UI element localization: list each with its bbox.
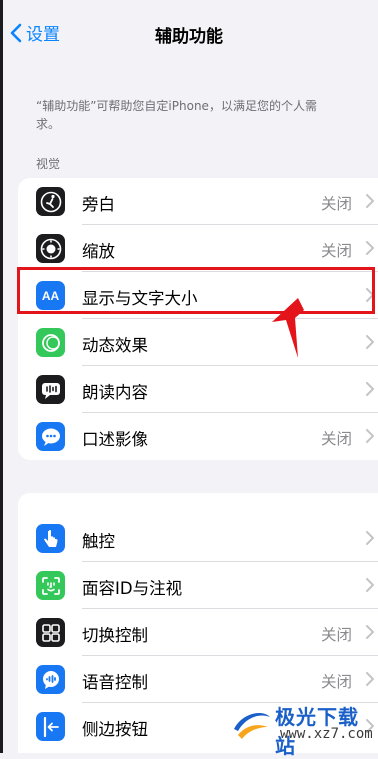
row-voiceover-value: 关闭	[320, 195, 352, 213]
motion-icon	[36, 328, 65, 357]
chevron-right-icon	[366, 335, 374, 349]
row-switch-control[interactable]: 切换控制 关闭	[18, 609, 378, 656]
row-touch[interactable]: 触控	[18, 515, 378, 562]
zoom-icon	[36, 234, 65, 263]
audio-descriptions-icon	[36, 422, 65, 451]
description-text: “辅助功能”可帮助您自定iPhone，以满足您的个人需求。	[36, 99, 317, 131]
chevron-right-icon	[366, 531, 374, 545]
display-text-size-icon: AA	[36, 281, 65, 310]
row-voiceover[interactable]: 旁白 关闭	[18, 178, 378, 225]
left-edge-strip	[0, 0, 3, 753]
spoken-content-icon	[36, 375, 65, 404]
row-audio-descriptions-value: 关闭	[320, 430, 352, 448]
row-display-text-size-label: 显示与文字大小	[82, 289, 198, 308]
row-switch-control-value: 关闭	[320, 626, 352, 644]
chevron-right-icon	[366, 382, 374, 396]
row-spoken-content[interactable]: 朗读内容	[18, 366, 378, 413]
row-voice-control-label: 语音控制	[82, 673, 148, 692]
row-audio-descriptions[interactable]: 口述影像 关闭	[18, 413, 378, 460]
nav-bar: 设置 辅助功能	[0, 0, 378, 68]
row-switch-control-label: 切换控制	[82, 626, 148, 645]
page-title: 辅助功能	[155, 27, 223, 47]
face-id-icon	[36, 571, 65, 600]
row-display-text-size[interactable]: AA 显示与文字大小	[18, 272, 378, 319]
chevron-right-icon	[366, 241, 374, 255]
row-side-button-label: 侧边按钮	[82, 720, 148, 739]
section-header-vision: 视觉	[36, 157, 61, 171]
touch-icon	[36, 524, 65, 553]
chevron-right-icon	[366, 429, 374, 443]
row-spoken-content-label: 朗读内容	[82, 383, 148, 402]
row-voiceover-label: 旁白	[82, 195, 115, 214]
row-zoom-label: 缩放	[82, 242, 115, 261]
row-motion-label: 动态效果	[82, 336, 148, 355]
row-voice-control[interactable]: 语音控制 关闭	[18, 656, 378, 703]
chevron-right-icon	[366, 719, 374, 733]
switch-control-icon	[36, 618, 65, 647]
side-button-icon	[36, 712, 65, 741]
row-voice-control-value: 关闭	[320, 673, 352, 691]
chevron-right-icon	[366, 288, 374, 302]
voice-control-icon	[36, 665, 65, 694]
vision-settings-group: 旁白 关闭 缩放 关闭 AA 显示与文字大小 动态效果 朗读内容 口述影像 关闭	[18, 178, 378, 460]
row-zoom-value: 关闭	[320, 242, 352, 260]
row-motion[interactable]: 动态效果	[18, 319, 378, 366]
chevron-right-icon	[366, 578, 374, 592]
row-face-id-label: 面容ID与注视	[82, 579, 183, 598]
row-side-button[interactable]: 侧边按钮	[18, 703, 378, 750]
row-face-id[interactable]: 面容ID与注视	[18, 562, 378, 609]
chevron-right-icon	[366, 194, 374, 208]
pointer-arrow-icon	[272, 298, 304, 358]
voiceover-icon	[36, 187, 65, 216]
row-audio-descriptions-label: 口述影像	[82, 430, 148, 449]
row-zoom[interactable]: 缩放 关闭	[18, 225, 378, 272]
chevron-right-icon	[366, 672, 374, 686]
physical-motor-settings-group: 触控 面容ID与注视 切换控制 关闭 语音控制 关闭 侧边按钮	[18, 493, 378, 753]
chevron-right-icon	[366, 625, 374, 639]
row-touch-label: 触控	[82, 532, 115, 551]
display-text-size-glyph: AA	[41, 288, 60, 303]
